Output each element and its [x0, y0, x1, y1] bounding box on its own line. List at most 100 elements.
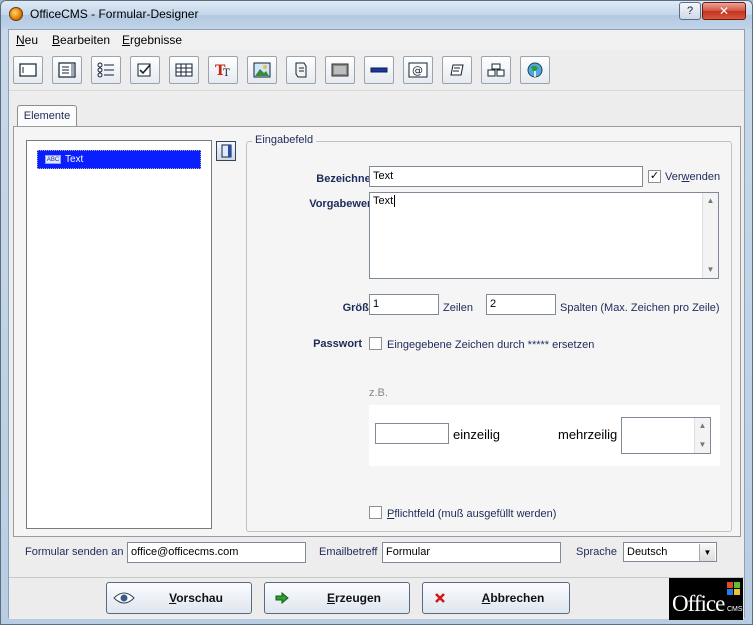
text-format-icon: TT: [215, 63, 230, 78]
tool-checkbox[interactable]: [130, 56, 160, 84]
bezeichner-label: Bezeichner: [316, 173, 375, 185]
tool-page[interactable]: [442, 56, 472, 84]
tab-elemente[interactable]: Elemente: [17, 105, 77, 127]
menu-bar: Neu Bearbeiten Ergebnisse: [9, 30, 744, 50]
tool-table[interactable]: [169, 56, 199, 84]
eye-icon: [109, 585, 139, 611]
passwort-label: Passwort: [313, 338, 362, 350]
menu-label: eu: [24, 33, 39, 47]
tool-textfield[interactable]: [13, 56, 43, 84]
group-legend: Eingabefeld: [252, 134, 317, 146]
title-bar[interactable]: OfficeCMS - Formular-Designer ? ✕: [1, 1, 752, 29]
verwenden-label: Verwenden: [665, 171, 720, 183]
menu-ergebnisse[interactable]: Ergebnisse: [122, 33, 182, 47]
spalten-input[interactable]: 2: [486, 294, 556, 315]
send-label: Formular senden an: [25, 546, 124, 558]
tool-panel[interactable]: [325, 56, 355, 84]
pflicht-post: flichtfeld (muß ausgefüllt werden): [394, 508, 557, 520]
eingabefeld-group: Eingabefeld Bezeichner Text ✓ Verwenden …: [246, 134, 732, 532]
language-value: Deutsch: [627, 546, 668, 558]
svg-text:T: T: [223, 68, 230, 78]
app-window: OfficeCMS - Formular-Designer ? ✕ Neu Be…: [0, 0, 753, 625]
scroll-down-icon[interactable]: ▼: [703, 262, 718, 278]
layout-icon: [487, 63, 505, 77]
textarea-icon: [58, 62, 76, 78]
scroll-up-icon[interactable]: ▲: [695, 418, 710, 434]
toolbar: TT @: [9, 51, 744, 91]
separator-icon: [370, 67, 388, 73]
list-item[interactable]: ABC Text: [37, 150, 201, 169]
menu-label: earbeiten: [60, 33, 111, 47]
email-field[interactable]: office@officecms.com: [127, 542, 306, 563]
preview-post: orschau: [176, 591, 223, 605]
subject-label: Emailbetreff: [319, 546, 378, 558]
passwort-checkbox[interactable]: [369, 337, 382, 350]
tool-separator[interactable]: [364, 56, 394, 84]
cancel-button[interactable]: Abbrechen: [422, 582, 570, 614]
web-icon: [527, 62, 543, 78]
generate-accel: E: [326, 591, 335, 605]
checkbox-icon: [137, 63, 151, 77]
button-bar: Vorschau Erzeugen Abbrechen Office CMS: [9, 577, 744, 620]
tab-panel: ABC Text Eingabefeld Bezeichner Text ✓ Ve…: [13, 126, 741, 537]
vorgabewert-value: Text: [373, 195, 394, 207]
svg-text:@: @: [412, 64, 423, 77]
close-button[interactable]: ✕: [702, 2, 746, 20]
scroll-icon: [295, 62, 307, 78]
zeilen-input[interactable]: 1: [369, 294, 439, 315]
properties-button[interactable]: [216, 141, 236, 161]
language-select[interactable]: Deutsch ▼: [623, 542, 717, 562]
textfield-icon: [19, 63, 37, 77]
list-icon: [97, 62, 114, 78]
client-area: Neu Bearbeiten Ergebnisse TT @ Elemente …: [8, 29, 745, 620]
tool-text-format[interactable]: TT: [208, 56, 238, 84]
tool-textarea[interactable]: [52, 56, 82, 84]
tool-layout[interactable]: [481, 56, 511, 84]
scroll-up-icon[interactable]: ▲: [703, 193, 718, 209]
tool-image[interactable]: [247, 56, 277, 84]
menu-neu[interactable]: Neu: [16, 33, 38, 47]
tool-web[interactable]: [520, 56, 550, 84]
pflichtfeld-checkbox[interactable]: [369, 506, 382, 519]
example-scrollbar[interactable]: ▲ ▼: [694, 418, 710, 453]
einzeilig-label: einzeilig: [453, 427, 500, 442]
chevron-down-icon[interactable]: ▼: [699, 544, 715, 561]
panel-toggle-icon: [221, 144, 232, 158]
logo-word: Office: [672, 591, 725, 616]
vorgabewert-label: Vorgabewert: [309, 198, 375, 210]
cancel-label: Abbrechen: [457, 591, 569, 605]
cancel-post: bbrechen: [490, 591, 545, 605]
app-icon: [9, 7, 23, 21]
scroll-down-icon[interactable]: ▼: [695, 437, 710, 453]
zeilen-label: Zeilen: [443, 302, 473, 314]
passwort-text: Eingegebene Zeichen durch ***** ersetzen: [387, 339, 595, 351]
menu-accel: E: [122, 33, 131, 47]
element-list[interactable]: ABC Text: [26, 140, 212, 529]
verwenden-checkbox[interactable]: ✓: [648, 170, 661, 183]
preview-button[interactable]: Vorschau: [106, 582, 252, 614]
example-multi-line-input[interactable]: ▲ ▼: [621, 417, 711, 454]
subject-field[interactable]: Formular: [382, 542, 561, 563]
menu-accel: N: [16, 33, 25, 47]
text-cursor: [394, 195, 396, 207]
generate-button[interactable]: Erzeugen: [264, 582, 410, 614]
help-button[interactable]: ?: [679, 2, 701, 20]
textfield-icon: ABC: [45, 154, 61, 164]
tool-list[interactable]: [91, 56, 121, 84]
tool-scroll[interactable]: [286, 56, 316, 84]
bezeichner-input[interactable]: Text: [369, 166, 643, 187]
verwenden-pre: Ver: [665, 171, 682, 183]
window-title: OfficeCMS - Formular-Designer: [30, 7, 199, 21]
list-item-label: Text: [65, 154, 84, 165]
mehrzeilig-label: mehrzeilig: [558, 427, 618, 442]
pflichtfeld-label: Pflichtfeld (muß ausgefüllt werden): [387, 508, 556, 520]
arrow-right-icon: [267, 585, 297, 611]
vorgabewert-scrollbar[interactable]: ▲ ▼: [702, 193, 718, 278]
vorgabewert-textarea[interactable]: Text ▲ ▼: [369, 192, 719, 279]
windows-flag-icon: [727, 582, 740, 595]
generate-label: Erzeugen: [299, 591, 409, 605]
tool-email[interactable]: @: [403, 56, 433, 84]
example-preview: einzeilig mehrzeilig ▲ ▼: [369, 405, 720, 466]
menu-bearbeiten[interactable]: Bearbeiten: [52, 33, 110, 47]
example-single-line-input[interactable]: [375, 423, 449, 444]
